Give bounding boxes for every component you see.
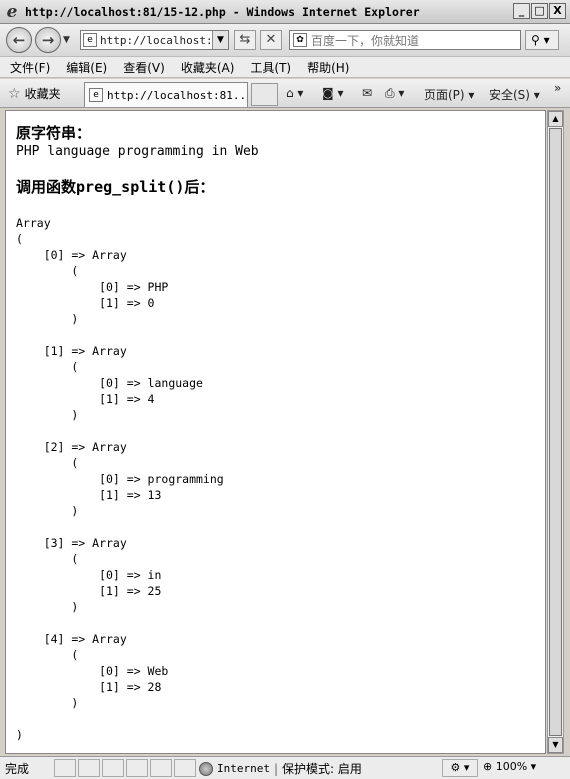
globe-icon [199,761,213,776]
favorites-button[interactable]: ☆ 收藏夹 [8,85,61,102]
gear-icon: ⚙ ▾ [450,761,470,774]
maximize-button[interactable]: □ [531,3,548,19]
search-placeholder: 百度一下，你就知道 [311,33,420,48]
menu-edit[interactable]: 编辑(E) [66,59,107,76]
add-on-button[interactable]: ⚙ ▾ [442,759,478,777]
menu-favorites[interactable]: 收藏夹(A) [181,59,235,76]
page-menu-button[interactable]: 页面(P) ▾ [424,86,474,103]
status-cell [174,759,196,777]
tab-bar: ☆ 收藏夹 e http://localhost:81... ⌂ ▾ ◙ ▾ ✉… [0,79,570,108]
scroll-thumb[interactable] [549,128,562,736]
menu-tools[interactable]: 工具(T) [250,59,291,76]
menu-bar: 文件(F) 编辑(E) 查看(V) 收藏夹(A) 工具(T) 帮助(H) [0,56,570,78]
tab-current[interactable]: e http://localhost:81... [84,82,248,107]
star-icon: ☆ [8,85,21,102]
more-commands-icon[interactable]: » [554,81,561,95]
mail-icon[interactable]: ✉ [362,86,372,100]
refresh-button[interactable]: ⇆ [234,30,256,50]
favorites-label: 收藏夹 [24,87,61,101]
print-r-output: Array ( [0] => Array ( [0] => PHP [1] =>… [16,216,224,742]
status-bar: 完成 Internet | 保护模式: 启用 ⚙ ▾ ⊕ 100% ▾ [0,756,570,779]
zoom-level: 100% [495,760,528,773]
status-text: 完成 [5,762,30,776]
page-icon: e [83,33,97,47]
window-controls: _ □ X [513,3,566,19]
baidu-paw-icon: ✿ [293,33,307,47]
window-title: http://localhost:81/15-12.php - Windows … [25,4,420,19]
tab-label: http://localhost:81... [107,88,247,102]
stop-icon: ✕ [265,32,277,47]
address-bar: ← → ▼ e http://localhost:81/15-12.php ▼ … [0,24,570,56]
safety-menu-label: 安全(S) [489,88,530,102]
security-zone[interactable]: Internet | 保护模式: 启用 [199,760,362,777]
ie-logo-icon: e [6,1,18,22]
magnifier-icon: ⊕ [483,760,493,773]
status-cell [102,759,124,777]
address-dropdown-button[interactable]: ▼ [212,31,228,49]
status-cell [54,759,76,777]
title-bar: e http://localhost:81/15-12.php - Window… [0,0,570,24]
menu-file[interactable]: 文件(F) [10,59,50,76]
menu-view[interactable]: 查看(V) [123,59,165,76]
split-result-heading: 调用函数preg_split()后： [16,177,214,197]
status-cell [78,759,100,777]
refresh-icon: ⇆ [239,32,251,47]
status-separator: | [273,761,279,776]
stop-button[interactable]: ✕ [260,30,282,50]
menu-help[interactable]: 帮助(H) [307,59,349,76]
page-menu-label: 页面(P) [424,88,465,102]
history-dropdown-icon[interactable]: ▼ [63,35,70,45]
vertical-scrollbar[interactable]: ▲ ▼ [547,110,564,754]
address-input[interactable]: e http://localhost:81/15-12.php [80,30,229,50]
search-icon: ⚲ ▾ [531,33,550,47]
home-icon[interactable]: ⌂ ▾ [286,86,303,100]
scroll-down-button[interactable]: ▼ [548,737,563,753]
protected-mode: 保护模式: 启用 [282,762,362,776]
zoom-button[interactable]: ⊕ 100% ▾ [483,760,536,773]
close-button[interactable]: X [549,3,566,19]
page-icon: e [89,88,103,102]
forward-arrow-icon: → [41,31,55,49]
status-cell [126,759,148,777]
safety-menu-button[interactable]: 安全(S) ▾ [489,86,540,103]
print-icon[interactable]: ⎙ ▾ [385,86,404,101]
original-string-heading: 原字符串： [16,124,92,142]
chevron-down-icon: ▼ [217,35,224,45]
zone-name: Internet [217,762,270,775]
original-string: PHP language programming in Web [16,144,259,159]
status-cell [150,759,172,777]
split-heading-function: preg_split() [76,178,185,196]
back-arrow-icon: ← [12,31,26,49]
search-button[interactable]: ⚲ ▾ [525,30,559,50]
triangle-down-icon: ▼ [552,740,559,749]
new-tab-button[interactable] [251,83,278,106]
split-heading-prefix: 调用函数 [16,178,77,196]
address-url: http://localhost:81/15-12.php [100,33,228,47]
scroll-up-button[interactable]: ▲ [548,111,563,127]
minimize-button[interactable]: _ [513,3,530,19]
triangle-up-icon: ▲ [552,114,559,123]
page-content: 原字符串： PHP language programming in Web 调用… [5,110,546,754]
forward-button[interactable]: → [35,27,61,53]
rss-feed-icon[interactable]: ◙ ▾ [322,86,343,100]
search-input[interactable]: ✿ 百度一下，你就知道 [289,30,521,50]
split-heading-suffix: 后： [184,178,215,196]
back-button[interactable]: ← [6,27,32,53]
